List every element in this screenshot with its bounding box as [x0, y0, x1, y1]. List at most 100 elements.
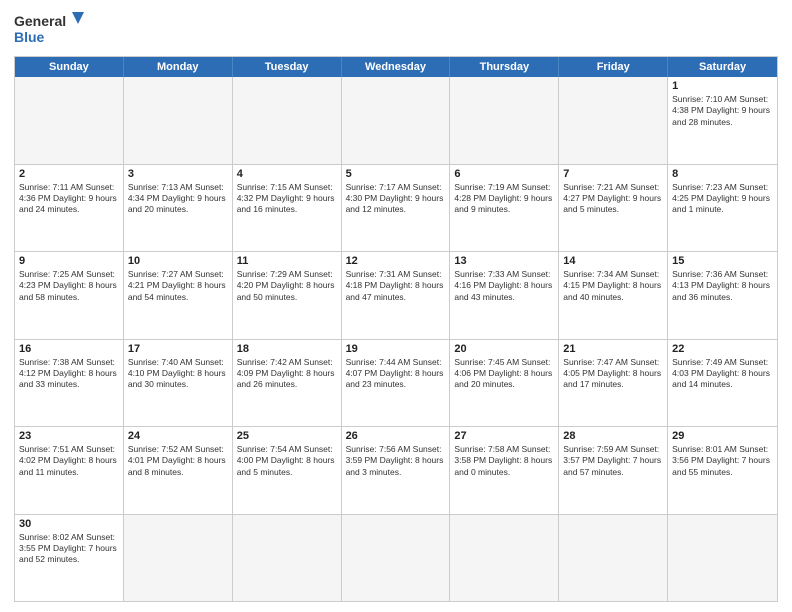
day-cell-29: 29 Sunrise: 8:01 AM Sunset: 3:56 PM Dayli…: [668, 427, 777, 514]
day-number: 14: [563, 255, 663, 267]
calendar-body: 1 Sunrise: 7:10 AM Sunset: 4:38 PM Daylig…: [15, 77, 777, 601]
day-number: 30: [19, 518, 119, 530]
day-info: Sunrise: 7:40 AM Sunset: 4:10 PM Dayligh…: [128, 357, 228, 391]
svg-text:General: General: [14, 13, 66, 29]
day-cell-19: 19Sunrise: 7:44 AM Sunset: 4:07 PM Dayli…: [342, 340, 451, 427]
day-number: 10: [128, 255, 228, 267]
day-info: Sunrise: 7:34 AM Sunset: 4:15 PM Dayligh…: [563, 269, 663, 303]
day-info: Sunrise: 8:02 AM Sunset: 3:55 PM Dayligh…: [19, 532, 119, 566]
day-cell-22: 22Sunrise: 7:49 AM Sunset: 4:03 PM Dayli…: [668, 340, 777, 427]
day-info: Sunrise: 7:56 AM Sunset: 3:59 PM Dayligh…: [346, 444, 446, 478]
day-cell-7: 7Sunrise: 7:21 AM Sunset: 4:27 PM Daylig…: [559, 165, 668, 252]
day-cell-21: 21 Sunrise: 7:47 AM Sunset: 4:05 PM Dayli…: [559, 340, 668, 427]
day-info: Sunrise: 7:11 AM Sunset: 4:36 PM Dayligh…: [19, 182, 119, 216]
day-info: Sunrise: 7:58 AM Sunset: 3:58 PM Dayligh…: [454, 444, 554, 478]
day-info: Sunrise: 7:47 AM Sunset: 4:05 PM Dayligh…: [563, 357, 663, 391]
calendar-row-2: 9Sunrise: 7:25 AM Sunset: 4:23 PM Daylig…: [15, 251, 777, 339]
day-cell-8: 8 Sunrise: 7:23 AM Sunset: 4:25 PM Daylig…: [668, 165, 777, 252]
day-cell-16: 16 Sunrise: 7:38 AM Sunset: 4:12 PM Dayli…: [15, 340, 124, 427]
day-number: 20: [454, 343, 554, 355]
day-number: 5: [346, 168, 446, 180]
day-header-monday: Monday: [124, 57, 233, 77]
calendar: SundayMondayTuesdayWednesdayThursdayFrid…: [14, 56, 778, 602]
day-number: 22: [672, 343, 773, 355]
day-info: Sunrise: 7:15 AM Sunset: 4:32 PM Dayligh…: [237, 182, 337, 216]
day-info: Sunrise: 7:10 AM Sunset: 4:38 PM Dayligh…: [672, 94, 773, 128]
day-info: Sunrise: 7:17 AM Sunset: 4:30 PM Dayligh…: [346, 182, 446, 216]
day-info: Sunrise: 7:31 AM Sunset: 4:18 PM Dayligh…: [346, 269, 446, 303]
day-number: 13: [454, 255, 554, 267]
day-cell-26: 26Sunrise: 7:56 AM Sunset: 3:59 PM Dayli…: [342, 427, 451, 514]
day-cell-empty: [559, 515, 668, 602]
day-cell-28: 28 Sunrise: 7:59 AM Sunset: 3:57 PM Dayli…: [559, 427, 668, 514]
day-header-wednesday: Wednesday: [342, 57, 451, 77]
day-number: 28: [563, 430, 663, 442]
day-info: Sunrise: 7:59 AM Sunset: 3:57 PM Dayligh…: [563, 444, 663, 478]
day-info: Sunrise: 7:13 AM Sunset: 4:34 PM Dayligh…: [128, 182, 228, 216]
day-cell-18: 18Sunrise: 7:42 AM Sunset: 4:09 PM Dayli…: [233, 340, 342, 427]
calendar-header: SundayMondayTuesdayWednesdayThursdayFrid…: [15, 57, 777, 77]
day-number: 2: [19, 168, 119, 180]
day-number: 4: [237, 168, 337, 180]
day-info: Sunrise: 7:25 AM Sunset: 4:23 PM Dayligh…: [19, 269, 119, 303]
day-cell-24: 24 Sunrise: 7:52 AM Sunset: 4:01 PM Dayli…: [124, 427, 233, 514]
day-cell-9: 9Sunrise: 7:25 AM Sunset: 4:23 PM Daylig…: [15, 252, 124, 339]
day-cell-11: 11Sunrise: 7:29 AM Sunset: 4:20 PM Dayli…: [233, 252, 342, 339]
day-number: 27: [454, 430, 554, 442]
day-number: 16: [19, 343, 119, 355]
day-number: 8: [672, 168, 773, 180]
day-cell-empty: [559, 77, 668, 164]
day-header-friday: Friday: [559, 57, 668, 77]
day-header-tuesday: Tuesday: [233, 57, 342, 77]
day-info: Sunrise: 7:38 AM Sunset: 4:12 PM Dayligh…: [19, 357, 119, 391]
day-number: 15: [672, 255, 773, 267]
day-number: 1: [672, 80, 773, 92]
day-info: Sunrise: 7:45 AM Sunset: 4:06 PM Dayligh…: [454, 357, 554, 391]
day-number: 6: [454, 168, 554, 180]
day-cell-empty: [124, 515, 233, 602]
day-number: 7: [563, 168, 663, 180]
day-cell-empty: [124, 77, 233, 164]
logo: General Blue: [14, 10, 84, 50]
day-cell-empty: [450, 77, 559, 164]
day-number: 24: [128, 430, 228, 442]
day-header-saturday: Saturday: [668, 57, 777, 77]
day-cell-1: 1 Sunrise: 7:10 AM Sunset: 4:38 PM Daylig…: [668, 77, 777, 164]
day-cell-empty: [450, 515, 559, 602]
day-cell-empty: [233, 77, 342, 164]
day-cell-3: 3Sunrise: 7:13 AM Sunset: 4:34 PM Daylig…: [124, 165, 233, 252]
day-cell-12: 12 Sunrise: 7:31 AM Sunset: 4:18 PM Dayli…: [342, 252, 451, 339]
day-header-sunday: Sunday: [15, 57, 124, 77]
day-cell-15: 15Sunrise: 7:36 AM Sunset: 4:13 PM Dayli…: [668, 252, 777, 339]
calendar-row-0: 1 Sunrise: 7:10 AM Sunset: 4:38 PM Daylig…: [15, 77, 777, 164]
day-info: Sunrise: 7:33 AM Sunset: 4:16 PM Dayligh…: [454, 269, 554, 303]
day-cell-empty: [15, 77, 124, 164]
day-cell-empty: [342, 77, 451, 164]
calendar-row-3: 16 Sunrise: 7:38 AM Sunset: 4:12 PM Dayli…: [15, 339, 777, 427]
day-number: 11: [237, 255, 337, 267]
day-cell-13: 13 Sunrise: 7:33 AM Sunset: 4:16 PM Dayli…: [450, 252, 559, 339]
day-header-thursday: Thursday: [450, 57, 559, 77]
day-info: Sunrise: 7:19 AM Sunset: 4:28 PM Dayligh…: [454, 182, 554, 216]
day-cell-5: 5 Sunrise: 7:17 AM Sunset: 4:30 PM Daylig…: [342, 165, 451, 252]
day-cell-20: 20 Sunrise: 7:45 AM Sunset: 4:06 PM Dayli…: [450, 340, 559, 427]
day-number: 21: [563, 343, 663, 355]
calendar-row-4: 23Sunrise: 7:51 AM Sunset: 4:02 PM Dayli…: [15, 426, 777, 514]
calendar-row-1: 2 Sunrise: 7:11 AM Sunset: 4:36 PM Daylig…: [15, 164, 777, 252]
day-number: 23: [19, 430, 119, 442]
day-number: 19: [346, 343, 446, 355]
day-cell-30: 30 Sunrise: 8:02 AM Sunset: 3:55 PM Dayli…: [15, 515, 124, 602]
page: General Blue SundayMondayTuesdayWednesda…: [0, 0, 792, 612]
day-info: Sunrise: 7:23 AM Sunset: 4:25 PM Dayligh…: [672, 182, 773, 216]
logo-icon: General Blue: [14, 10, 84, 50]
calendar-row-5: 30 Sunrise: 8:02 AM Sunset: 3:55 PM Dayli…: [15, 514, 777, 602]
day-info: Sunrise: 8:01 AM Sunset: 3:56 PM Dayligh…: [672, 444, 773, 478]
day-cell-25: 25Sunrise: 7:54 AM Sunset: 4:00 PM Dayli…: [233, 427, 342, 514]
day-cell-17: 17Sunrise: 7:40 AM Sunset: 4:10 PM Dayli…: [124, 340, 233, 427]
day-number: 12: [346, 255, 446, 267]
day-info: Sunrise: 7:42 AM Sunset: 4:09 PM Dayligh…: [237, 357, 337, 391]
day-cell-23: 23Sunrise: 7:51 AM Sunset: 4:02 PM Dayli…: [15, 427, 124, 514]
day-number: 29: [672, 430, 773, 442]
day-info: Sunrise: 7:52 AM Sunset: 4:01 PM Dayligh…: [128, 444, 228, 478]
day-cell-14: 14 Sunrise: 7:34 AM Sunset: 4:15 PM Dayli…: [559, 252, 668, 339]
